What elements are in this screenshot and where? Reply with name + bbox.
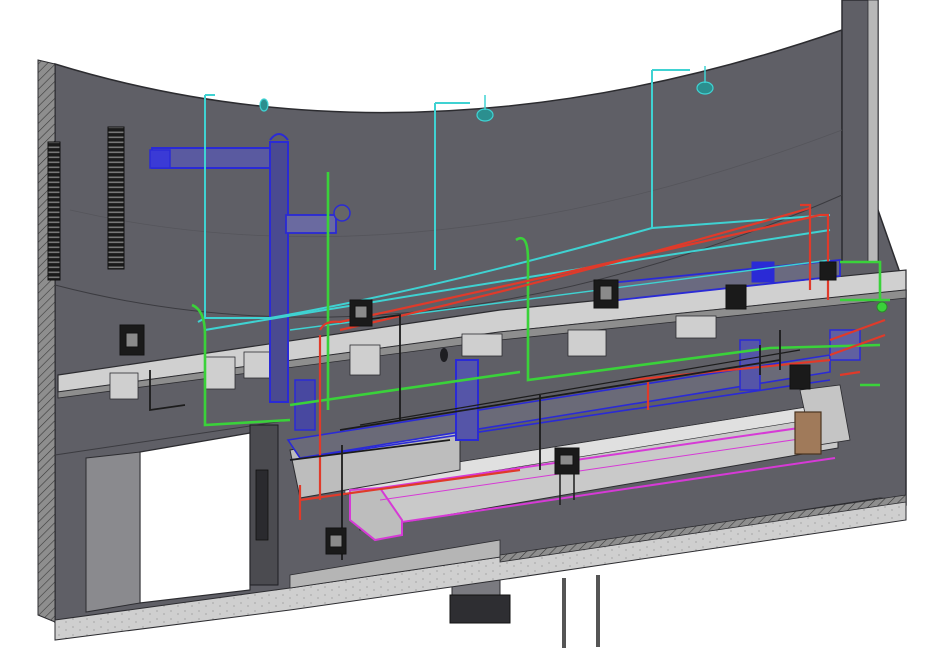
bim-3d-viewport[interactable] xyxy=(0,0,930,649)
louver-wall xyxy=(107,126,125,270)
column-stub xyxy=(449,594,511,624)
wall-penetration xyxy=(440,348,448,362)
mep-model-canvas[interactable] xyxy=(0,0,930,649)
door-opening xyxy=(139,432,251,604)
louver-left xyxy=(47,141,61,281)
access-panel-icon[interactable] xyxy=(794,411,822,455)
door-jamb-left xyxy=(85,451,141,613)
